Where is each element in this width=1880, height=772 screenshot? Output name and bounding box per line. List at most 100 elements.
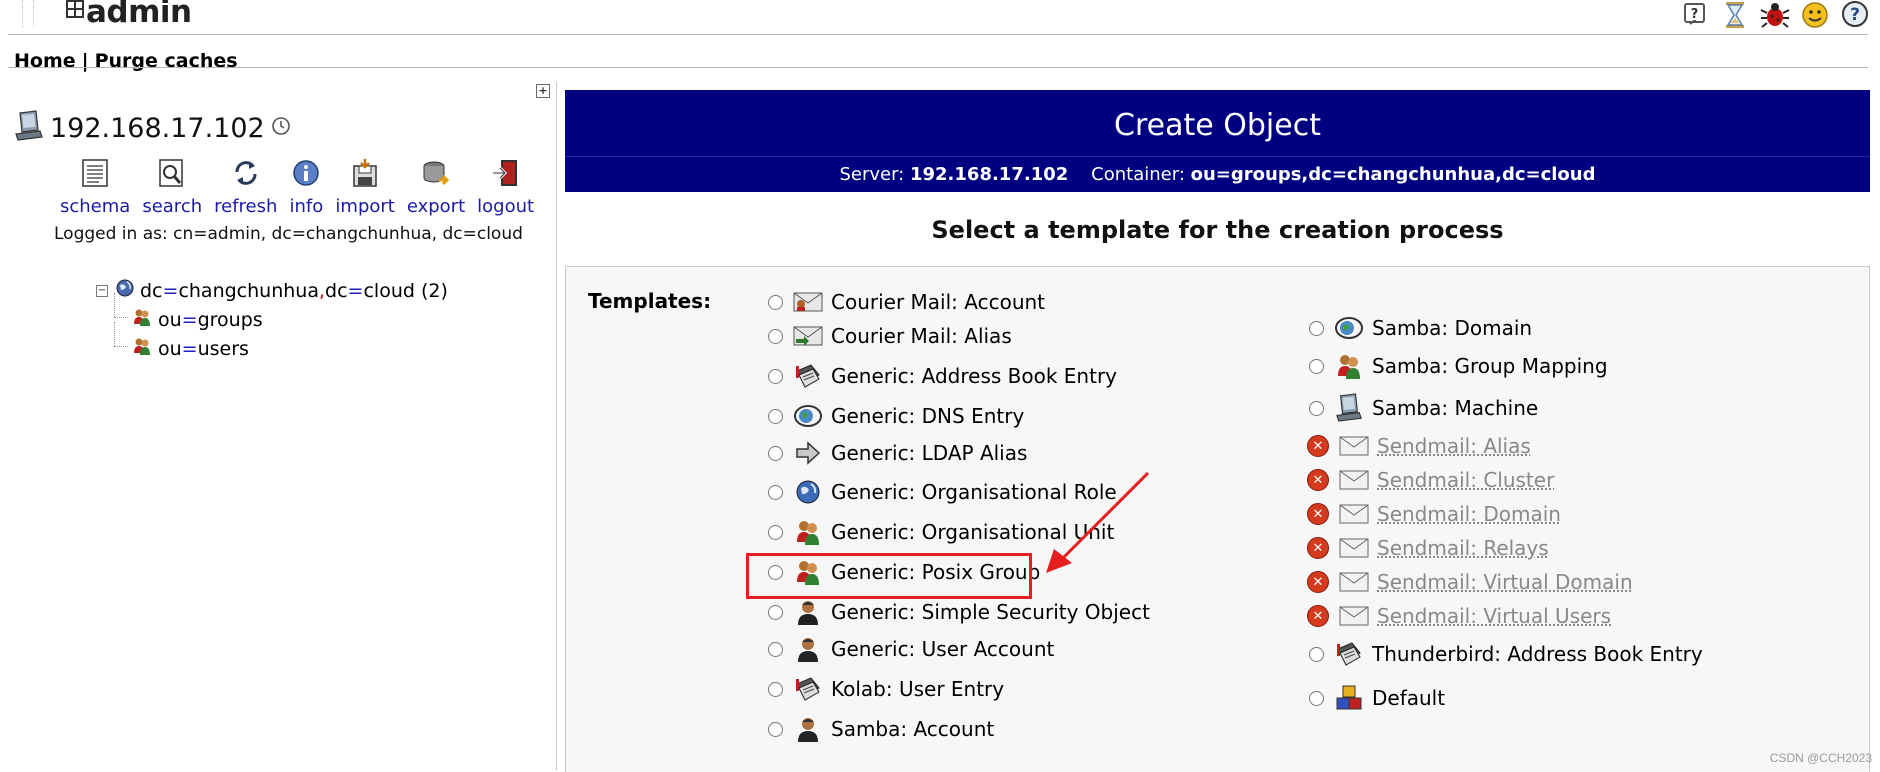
unavailable-icon: ✕: [1307, 469, 1329, 491]
tree-root[interactable]: − dc=changchunhua,dc=cloud (2): [96, 278, 448, 303]
template-radio[interactable]: [768, 408, 783, 424]
template-radio[interactable]: [1309, 690, 1324, 706]
tree-item-groups[interactable]: ou=groups: [114, 293, 448, 332]
home-link[interactable]: Home: [14, 50, 76, 72]
expand-panel-button[interactable]: +: [536, 84, 550, 98]
templates-box: Templates: Courier Mail: Account Courier…: [565, 266, 1870, 772]
address-book-icon: [793, 674, 823, 704]
app-logo: admin: [66, 0, 192, 30]
template-radio[interactable]: [768, 445, 783, 461]
user-icon: [793, 597, 823, 627]
tree-root-label[interactable]: dc=changchunhua,dc=cloud (2): [140, 280, 448, 302]
import-icon: [348, 156, 382, 190]
tool-label: import: [335, 196, 395, 217]
header-subtitle: Server: 192.168.17.102 Container: ou=gro…: [839, 164, 1596, 185]
template-label: Sendmail: Domain: [1377, 502, 1561, 526]
globe-icon: [793, 477, 823, 507]
tool-refresh[interactable]: refresh: [214, 156, 277, 217]
watermark: CSDN @CCH2023: [1769, 751, 1872, 765]
annotation-highlight-box: [746, 553, 1032, 599]
template-sendmail-cluster: ✕ Sendmail: Cluster: [1307, 465, 1554, 495]
user-icon: [793, 714, 823, 744]
envelope-icon: [1339, 567, 1369, 597]
template-radio[interactable]: [768, 604, 783, 620]
template-radio[interactable]: [768, 294, 783, 310]
template-samba-account[interactable]: Samba: Account: [768, 714, 994, 744]
template-samba-domain[interactable]: Samba: Domain: [1309, 313, 1532, 343]
unavailable-icon: ✕: [1307, 435, 1329, 457]
tool-info[interactable]: info: [289, 156, 323, 217]
template-label: Generic: LDAP Alias: [831, 441, 1028, 465]
template-label: Thunderbird: Address Book Entry: [1372, 642, 1703, 666]
purge-caches-link[interactable]: Purge caches: [95, 50, 238, 72]
template-radio[interactable]: [768, 484, 783, 500]
header-divider: [565, 156, 1870, 157]
envelope-icon: [1339, 499, 1369, 529]
tree-item-label: ou=users: [158, 337, 249, 360]
address-book-icon: [1334, 639, 1364, 669]
server-value: 192.168.17.102: [909, 164, 1069, 185]
template-radio[interactable]: [1309, 400, 1324, 416]
template-simple-security[interactable]: Generic: Simple Security Object: [768, 597, 1150, 627]
template-radio[interactable]: [768, 681, 783, 697]
envelope-icon: [1339, 601, 1369, 631]
template-label: Sendmail: Virtual Users: [1377, 604, 1612, 628]
template-label: Sendmail: Virtual Domain: [1377, 570, 1633, 594]
template-address-book[interactable]: Generic: Address Book Entry: [768, 361, 1117, 391]
tool-search[interactable]: search: [142, 156, 202, 217]
template-radio[interactable]: [768, 368, 783, 384]
tool-logout[interactable]: logout: [477, 156, 534, 217]
template-radio[interactable]: [768, 524, 783, 540]
template-kolab-user[interactable]: Kolab: User Entry: [768, 674, 1004, 704]
help-icon[interactable]: ?: [1680, 0, 1710, 30]
logged-in-text: Logged in as: cn=admin, dc=changchunhua,…: [54, 224, 523, 244]
tool-label: refresh: [214, 196, 278, 217]
template-samba-machine[interactable]: Samba: Machine: [1309, 393, 1538, 423]
question-bubble-icon[interactable]: ?: [1840, 0, 1870, 30]
expand-box-icon: [66, 0, 84, 18]
server-name[interactable]: 192.168.17.102: [50, 113, 265, 144]
template-label: Samba: Group Mapping: [1372, 354, 1608, 378]
template-dns-entry[interactable]: Generic: DNS Entry: [768, 401, 1024, 431]
template-label: Sendmail: Alias: [1377, 434, 1531, 458]
template-thunderbird[interactable]: Thunderbird: Address Book Entry: [1309, 639, 1703, 669]
template-radio[interactable]: [768, 641, 783, 657]
template-sendmail-virtual-domain: ✕ Sendmail: Virtual Domain: [1307, 567, 1633, 597]
templates-label: Templates:: [588, 289, 712, 313]
unavailable-icon: ✕: [1307, 605, 1329, 627]
annotation-arrow: [1046, 471, 1150, 573]
template-sendmail-domain: ✕ Sendmail: Domain: [1307, 499, 1561, 529]
template-radio[interactable]: [768, 328, 783, 344]
smiley-icon[interactable]: [1800, 0, 1830, 30]
template-default[interactable]: Default: [1309, 683, 1445, 713]
tool-import[interactable]: import: [335, 156, 395, 217]
template-sendmail-relays: ✕ Sendmail: Relays: [1307, 533, 1549, 563]
template-courier-account[interactable]: Courier Mail: Account: [768, 287, 1045, 317]
template-radio[interactable]: [1309, 358, 1324, 374]
globe-icon: [115, 278, 135, 303]
template-radio[interactable]: [1309, 320, 1324, 336]
template-ldap-alias[interactable]: Generic: LDAP Alias: [768, 438, 1027, 468]
alias-arrow-icon: [793, 438, 823, 468]
unavailable-icon: ✕: [1307, 571, 1329, 593]
template-radio[interactable]: [768, 721, 783, 737]
template-radio[interactable]: [1309, 646, 1324, 662]
template-label: Samba: Account: [831, 717, 995, 741]
svg-text:?: ?: [1850, 5, 1860, 25]
tree-item-users[interactable]: ou=users: [114, 322, 448, 361]
tool-schema[interactable]: schema: [60, 156, 130, 217]
tool-export[interactable]: export: [407, 156, 465, 217]
container-value: ou=groups,dc=changchunhua,dc=cloud: [1190, 164, 1596, 185]
page-title: Create Object: [1114, 108, 1321, 143]
template-user-account[interactable]: Generic: User Account: [768, 634, 1054, 664]
mail-alias-icon: [793, 321, 823, 351]
tool-label: info: [289, 196, 324, 217]
mail-account-icon: [793, 287, 823, 317]
template-courier-alias[interactable]: Courier Mail: Alias: [768, 321, 1012, 351]
template-samba-group-mapping[interactable]: Samba: Group Mapping: [1309, 351, 1608, 381]
envelope-icon: [1339, 431, 1369, 461]
hourglass-icon[interactable]: [1720, 0, 1750, 30]
bug-icon[interactable]: [1760, 0, 1790, 30]
top-separator: [8, 34, 1868, 35]
collapse-icon[interactable]: −: [96, 284, 108, 297]
